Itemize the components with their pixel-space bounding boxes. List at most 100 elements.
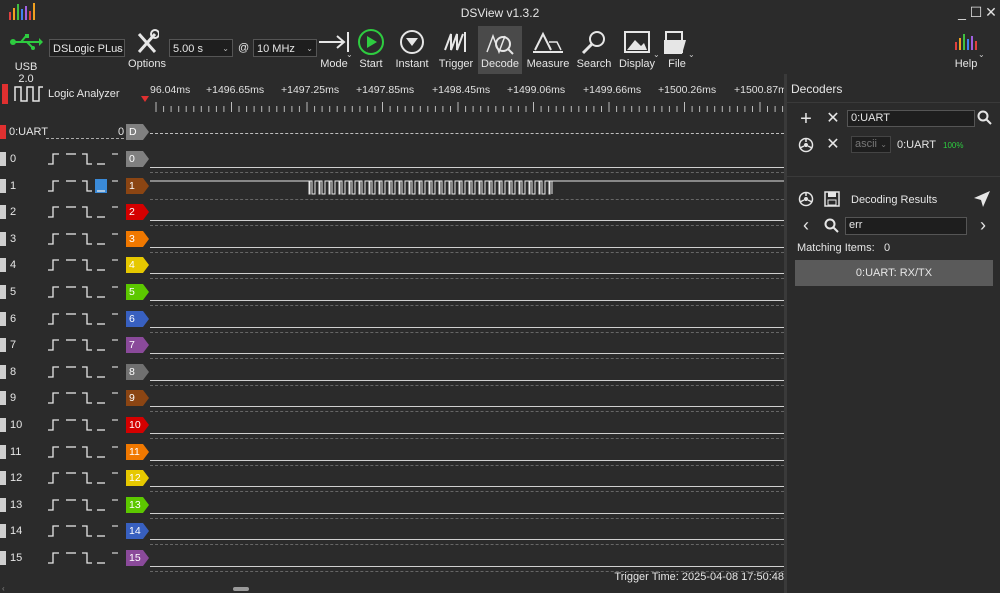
channel-trace	[150, 353, 784, 354]
channel-row[interactable]: 00	[0, 147, 784, 173]
channel-trace	[150, 380, 784, 381]
trigger-type-icons[interactable]	[46, 470, 124, 486]
search-icon[interactable]	[977, 110, 993, 126]
close-button[interactable]: ✕	[983, 3, 999, 21]
channel-row[interactable]: 55	[0, 280, 784, 306]
trigger-type-icons[interactable]	[46, 257, 124, 273]
chevron-down-icon: ⌄	[653, 50, 660, 59]
channel-color-mark	[0, 258, 6, 272]
decoding-result-row[interactable]: 0:UART: RX/TX	[795, 260, 993, 286]
trigger-type-icons[interactable]	[46, 444, 124, 460]
results-settings-icon[interactable]	[798, 191, 814, 207]
mode-button[interactable]: Mode ⌄	[316, 28, 353, 76]
trigger-type-icons[interactable]	[46, 231, 124, 247]
search-icon	[581, 31, 605, 55]
channel-row[interactable]: 77	[0, 333, 784, 359]
trigger-type-icons[interactable]	[46, 311, 124, 327]
locate-arrow-icon[interactable]	[973, 190, 991, 208]
prev-result-button[interactable]: ‹	[796, 215, 816, 235]
decoder-settings-icon[interactable]	[798, 137, 814, 153]
trigger-type-icons[interactable]	[46, 390, 124, 406]
channel-row[interactable]: 99	[0, 386, 784, 412]
measure-icon	[533, 31, 563, 53]
channel-row[interactable]: 88	[0, 360, 784, 386]
trigger-type-icons[interactable]	[46, 497, 124, 513]
chevron-down-icon: ⌄	[222, 44, 229, 53]
channel-row[interactable]: 44	[0, 253, 784, 279]
channel-row[interactable]: 12 12	[0, 466, 784, 492]
channel-color-mark	[0, 524, 6, 538]
delete-decoder-button[interactable]: ✕	[823, 135, 843, 155]
channel-row[interactable]: 66	[0, 307, 784, 333]
trigger-type-icons[interactable]	[46, 550, 124, 566]
horizontal-scrollbar[interactable]: ‹	[0, 584, 784, 593]
device-select-value: DSLogic PLus	[53, 43, 123, 55]
decoder-select[interactable]: 0:UART	[847, 110, 975, 127]
help-button[interactable]: Help ⌄	[950, 28, 985, 76]
save-icon[interactable]	[824, 191, 840, 207]
scroll-thumb[interactable]	[233, 587, 249, 591]
channel-trace	[150, 513, 784, 514]
channel-row[interactable]: 15 15	[0, 546, 784, 572]
channel-tag: 11	[129, 446, 140, 458]
duration-value: 5.00 s	[173, 43, 203, 55]
samplerate-select[interactable]: 10 MHz ⌄	[253, 39, 317, 57]
trigger-button[interactable]: Trigger	[436, 28, 476, 76]
trigger-type-icons[interactable]	[46, 337, 124, 353]
device-select[interactable]: DSLogic PLus ⌄	[49, 39, 125, 57]
options-button[interactable]: Options	[128, 28, 166, 76]
channel-row[interactable]: 22	[0, 200, 784, 226]
window-title: DSView v1.3.2	[460, 6, 540, 20]
channel-trace	[150, 327, 784, 328]
channel-color-mark	[0, 471, 6, 485]
search-button[interactable]: Search	[575, 28, 613, 76]
channel-number: 11	[10, 446, 22, 458]
instant-button[interactable]: Instant	[392, 28, 432, 76]
measure-button[interactable]: Measure	[526, 28, 570, 76]
remove-decoder-button[interactable]: ✕	[823, 109, 843, 129]
duration-select[interactable]: 5.00 s ⌄	[169, 39, 233, 57]
channel-row[interactable]: 11	[0, 174, 784, 200]
wrench-screwdriver-icon	[137, 29, 159, 53]
trigger-type-icons[interactable]	[46, 204, 124, 220]
mode-title: Logic Analyzer	[48, 88, 120, 100]
format-select[interactable]: ascii ⌄	[851, 136, 891, 153]
start-button[interactable]: Start	[353, 28, 389, 76]
trigger-type-icons[interactable]	[46, 364, 124, 380]
file-button[interactable]: File ⌄	[660, 28, 695, 76]
chevron-down-icon: ⌄	[978, 50, 985, 59]
add-decoder-button[interactable]: +	[796, 109, 816, 129]
trigger-type-icons[interactable]	[46, 151, 124, 167]
channel-number: 0	[10, 153, 17, 165]
channel-tag: 0	[129, 153, 135, 165]
channel-row[interactable]: 14 14	[0, 519, 784, 545]
maximize-button[interactable]: ☐	[968, 3, 984, 21]
matching-label: Matching Items:	[797, 242, 875, 254]
display-label: Display	[618, 58, 656, 70]
play-icon	[358, 29, 384, 55]
channel-row[interactable]: 11 11	[0, 440, 784, 466]
channel-row[interactable]: 33	[0, 227, 784, 253]
trigger-type-icons[interactable]	[46, 284, 124, 300]
next-result-button[interactable]: ›	[973, 215, 993, 235]
trigger-type-icons[interactable]	[46, 178, 124, 194]
channel-row[interactable]: 13 13	[0, 493, 784, 519]
scroll-left-icon[interactable]: ‹	[2, 584, 5, 593]
decode-progress: 100%	[943, 141, 964, 150]
channel-tag: 10	[129, 419, 141, 431]
channel-trace	[150, 460, 784, 461]
results-search-input[interactable]: err	[845, 217, 967, 235]
trigger-type-icons[interactable]	[46, 417, 124, 433]
trigger-type-icons[interactable]	[46, 523, 124, 539]
channel-row[interactable]: 10 10	[0, 413, 784, 439]
row-separator	[150, 358, 784, 359]
title-bar: DSView v1.3.2 _ ☐ ✕	[0, 0, 1000, 26]
decoder-row[interactable]: 0:UART 0 D	[0, 120, 784, 146]
decoder-row-name: 0:UART	[9, 126, 48, 138]
decode-button[interactable]: Decode	[478, 26, 522, 74]
measure-label: Measure	[526, 58, 570, 70]
display-button[interactable]: Display ⌄	[617, 28, 660, 76]
channel-color-mark	[0, 365, 6, 379]
row-separator	[150, 305, 784, 306]
time-ruler[interactable]: 96.04ms +1496.65ms +1497.25ms +1497.85ms +14…	[150, 74, 784, 122]
